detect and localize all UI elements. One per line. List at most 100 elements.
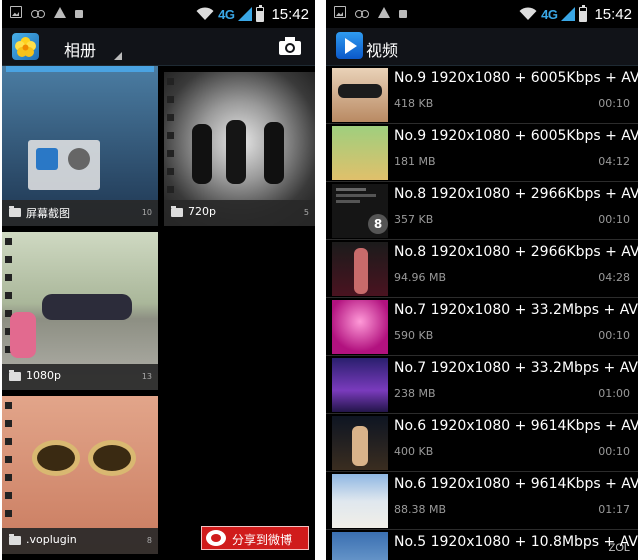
thumb-dancer (226, 120, 246, 184)
video-title: No.8 1920x1080 + 2966Kbps + AV (394, 244, 638, 260)
share-to-weibo-button[interactable]: 分享到微博 (201, 526, 309, 550)
warning-icon (378, 6, 390, 18)
video-item[interactable]: No.6 1920x1080 + 9614Kbps + AV 88.38 MB … (326, 472, 638, 530)
video-duration: 00:10 (598, 213, 630, 226)
album-name: 720p (188, 205, 216, 218)
album-grid: 屏幕截图 10 720p 5 1080p 13 .voplugin 8 (2, 66, 315, 560)
video-title: No.6 1920x1080 + 9614Kbps + AV (394, 418, 638, 434)
video-screen: 4G 15:42 视频 No.9 1920x1080 + 6005Kbps + … (326, 0, 638, 560)
thumb-dancer (264, 122, 284, 184)
network-type: 4G (218, 6, 235, 22)
folder-icon (9, 206, 21, 217)
video-size: 94.96 MB (394, 271, 447, 284)
lock-icon (399, 9, 407, 18)
battery-icon (579, 4, 588, 22)
video-thumbnail (332, 242, 388, 296)
video-thumbnail (332, 126, 388, 180)
video-item[interactable]: No.5 1920x1080 + 10.8Mbps + AV (326, 530, 638, 560)
video-duration: 04:28 (598, 271, 630, 284)
clock: 15:42 (594, 5, 632, 23)
weibo-icon (206, 530, 226, 546)
thumb-sunglasses (88, 440, 136, 476)
video-item[interactable]: No.9 1920x1080 + 6005Kbps + AV 181 MB 04… (326, 124, 638, 182)
album-label: 屏幕截图 10 (2, 200, 158, 226)
video-item[interactable]: No.7 1920x1080 + 33.2Mbps + AV 590 KB 00… (326, 298, 638, 356)
thumb-bar (6, 66, 154, 72)
video-title: No.9 1920x1080 + 6005Kbps + AV (394, 70, 638, 86)
thumb-dancer (192, 124, 212, 184)
gallery-action-bar: 相册 (2, 28, 315, 66)
video-title: No.5 1920x1080 + 10.8Mbps + AV (394, 534, 638, 550)
camera-icon[interactable] (279, 37, 301, 55)
video-item[interactable]: 8 No.8 1920x1080 + 2966Kbps + AV 357 KB … (326, 182, 638, 240)
dropdown-indicator-icon[interactable] (114, 52, 122, 60)
album-screenshots[interactable]: 屏幕截图 10 (2, 66, 158, 226)
gallery-app-icon[interactable] (12, 33, 39, 60)
album-count: 8 (146, 536, 152, 545)
video-duration: 00:10 (598, 329, 630, 342)
video-item[interactable]: No.8 1920x1080 + 2966Kbps + AV 94.96 MB … (326, 240, 638, 298)
album-720p[interactable]: 720p 5 (164, 72, 315, 226)
video-duration: 00:10 (598, 445, 630, 458)
video-duration: 04:12 (598, 155, 630, 168)
video-action-bar: 视频 (326, 28, 638, 66)
signal-icon (561, 7, 576, 21)
thumb-sunglasses (32, 440, 80, 476)
thumb-gallery-icon (36, 148, 58, 170)
video-app-icon[interactable] (336, 32, 363, 59)
video-thumbnail (332, 68, 388, 122)
video-thumbnail (332, 416, 388, 470)
video-size: 357 KB (394, 213, 434, 226)
thumb-dialog (28, 140, 100, 190)
network-type: 4G (541, 6, 558, 22)
video-title: 视频 (366, 41, 399, 60)
video-size: 181 MB (394, 155, 436, 168)
video-list: No.9 1920x1080 + 6005Kbps + AV 418 KB 00… (326, 66, 638, 560)
image-notification-icon (10, 6, 22, 18)
video-thumbnail (332, 300, 388, 354)
thumb-person (42, 294, 132, 320)
gallery-screen: 4G 15:42 相册 屏幕截图 10 720p 5 1080p 13 .vop… (2, 0, 315, 560)
film-strip (167, 78, 175, 204)
video-title: No.6 1920x1080 + 9614Kbps + AV (394, 476, 638, 492)
album-1080p[interactable]: 1080p 13 (2, 232, 158, 390)
video-title: No.9 1920x1080 + 6005Kbps + AV (394, 128, 638, 144)
album-name: .voplugin (26, 533, 77, 546)
video-thumbnail: 8 (332, 184, 388, 238)
album-label: 1080p 13 (2, 364, 158, 390)
thumb-person (10, 312, 36, 358)
clock: 15:42 (271, 5, 309, 23)
album-voplugin[interactable]: .voplugin 8 (2, 396, 158, 554)
video-title: No.7 1920x1080 + 33.2Mbps + AV (394, 302, 638, 318)
voicemail-icon (31, 9, 45, 18)
battery-icon (256, 4, 265, 22)
video-thumbnail (332, 474, 388, 528)
status-bar: 4G 15:42 (326, 0, 638, 28)
video-title: No.8 1920x1080 + 2966Kbps + AV (394, 186, 638, 202)
video-duration: 01:00 (598, 387, 630, 400)
album-count: 13 (141, 372, 152, 381)
video-item[interactable]: No.7 1920x1080 + 33.2Mbps + AV 238 MB 01… (326, 356, 638, 414)
lock-icon (75, 9, 83, 18)
album-label: 720p 5 (164, 200, 315, 226)
warning-icon (54, 6, 66, 18)
video-item[interactable]: No.9 1920x1080 + 6005Kbps + AV 418 KB 00… (326, 66, 638, 124)
video-title: No.7 1920x1080 + 33.2Mbps + AV (394, 360, 638, 376)
video-item[interactable]: No.6 1920x1080 + 9614Kbps + AV 400 KB 00… (326, 414, 638, 472)
voicemail-icon (355, 9, 369, 18)
video-size: 238 MB (394, 387, 436, 400)
video-size: 590 KB (394, 329, 434, 342)
album-name: 1080p (26, 369, 61, 382)
image-notification-icon (334, 6, 346, 18)
film-strip (5, 402, 13, 528)
zol-watermark: ZOL (608, 542, 630, 554)
album-count: 10 (141, 208, 152, 217)
video-size: 400 KB (394, 445, 434, 458)
folder-icon (9, 370, 21, 381)
share-label: 分享到微博 (232, 533, 293, 547)
video-duration: 01:17 (598, 503, 630, 516)
thumb-recorder-icon (68, 148, 90, 170)
album-name: 屏幕截图 (26, 207, 70, 220)
album-count: 5 (303, 208, 309, 217)
gallery-title[interactable]: 相册 (64, 37, 96, 61)
